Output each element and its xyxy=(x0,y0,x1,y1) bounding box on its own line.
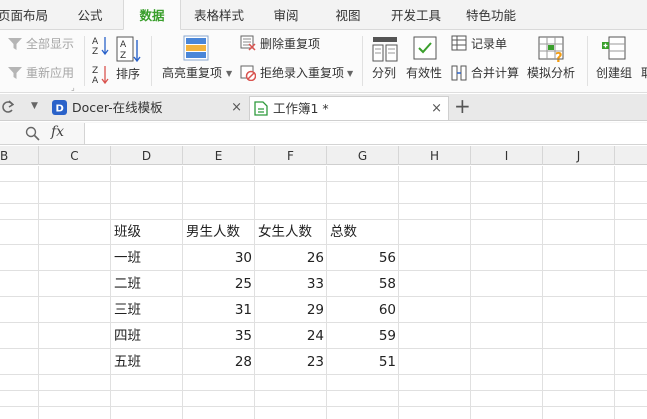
tab-special-features[interactable]: 特色功能 xyxy=(458,0,524,30)
table-cell-girls[interactable]: 29 xyxy=(258,300,324,320)
create-group-icon[interactable] xyxy=(601,36,627,62)
svg-text:Z: Z xyxy=(120,51,126,61)
column-header-j[interactable]: J xyxy=(543,146,615,165)
consolidate-button[interactable]: 合并计算 xyxy=(471,65,519,81)
tab-review[interactable]: 审阅 xyxy=(262,0,310,30)
column-header-g[interactable]: G xyxy=(327,146,399,165)
highlight-duplicates-button[interactable]: 高亮重复项 xyxy=(162,65,222,81)
table-cell-class[interactable]: 一班 xyxy=(114,248,141,268)
create-group-button[interactable]: 创建组 xyxy=(596,65,632,81)
what-if-analysis-icon[interactable]: ? xyxy=(538,36,566,64)
highlight-duplicates-icon[interactable] xyxy=(183,35,209,63)
tab-developer[interactable]: 开发工具 xyxy=(383,0,449,30)
validity-icon[interactable] xyxy=(413,36,439,62)
table-cell-total[interactable]: 56 xyxy=(330,248,396,268)
consolidate-icon[interactable] xyxy=(451,65,467,81)
docer-logo-icon: D xyxy=(52,100,67,115)
sort-button[interactable]: 排序 xyxy=(116,66,140,82)
svg-text:A: A xyxy=(92,37,99,47)
reject-duplicates-icon[interactable] xyxy=(240,65,256,81)
table-cell-class[interactable]: 三班 xyxy=(114,300,141,320)
close-icon[interactable]: × xyxy=(231,96,242,119)
doc-tab-docer[interactable]: D Docer-在线模板 × xyxy=(48,96,248,120)
svg-text:D: D xyxy=(56,104,64,115)
cell-header-class[interactable]: 班级 xyxy=(114,222,141,242)
formula-bar: fx xyxy=(0,122,647,145)
doc-tab-docer-label: Docer-在线模板 xyxy=(72,100,163,115)
table-cell-total[interactable]: 60 xyxy=(330,300,396,320)
reapply-filter-icon xyxy=(8,67,22,79)
svg-text:Z: Z xyxy=(92,66,98,76)
sort-descending-icon[interactable]: Z A xyxy=(92,64,110,86)
svg-text:A: A xyxy=(120,40,127,50)
column-header-h[interactable]: H xyxy=(399,146,471,165)
validity-button[interactable]: 有效性 xyxy=(406,65,442,81)
sort-ascending-icon[interactable]: A Z xyxy=(92,35,110,57)
doc-tab-workbook1[interactable]: 工作簿1 * × xyxy=(249,96,449,120)
split-button[interactable]: 分列 xyxy=(372,65,396,81)
table-cell-girls[interactable]: 23 xyxy=(258,352,324,372)
reapply-button[interactable]: 重新应用 xyxy=(26,65,74,81)
filter-icon xyxy=(8,38,22,50)
sort-icon[interactable]: A Z xyxy=(116,36,142,64)
table-cell-boys[interactable]: 31 xyxy=(186,300,252,320)
table-cell-girls[interactable]: 33 xyxy=(258,274,324,294)
table-cell-boys[interactable]: 30 xyxy=(186,248,252,268)
show-all-button[interactable]: 全部显示 xyxy=(26,36,74,52)
insert-function-button[interactable]: fx xyxy=(51,124,64,140)
redo-icon[interactable] xyxy=(1,100,14,113)
tab-data[interactable]: 数据 xyxy=(123,0,181,31)
ribbon: 全部显示 重新应用 ⌟ A Z Z A A Z 排序 高亮重复项 ▼ 删除重复项 xyxy=(0,30,647,93)
formula-input[interactable] xyxy=(84,123,647,144)
table-cell-class[interactable]: 五班 xyxy=(114,352,141,372)
reject-duplicates-dropdown-icon[interactable]: ▼ xyxy=(347,69,353,78)
tab-view[interactable]: 视图 xyxy=(324,0,372,30)
document-tab-bar: ▼ D Docer-在线模板 × 工作簿1 * × + xyxy=(0,94,647,121)
doc-tab-workbook1-label: 工作簿1 * xyxy=(273,101,329,116)
record-form-icon[interactable] xyxy=(451,35,467,51)
tab-table-style[interactable]: 表格样式 xyxy=(186,0,252,30)
table-cell-boys[interactable]: 25 xyxy=(186,274,252,294)
zoom-search-icon[interactable] xyxy=(25,126,40,141)
split-columns-icon[interactable] xyxy=(372,36,398,62)
column-header-d[interactable]: D xyxy=(111,146,183,165)
table-cell-boys[interactable]: 35 xyxy=(186,326,252,346)
table-cell-class[interactable]: 四班 xyxy=(114,326,141,346)
svg-text:?: ? xyxy=(555,51,563,64)
ungroup-button-partial[interactable]: 取 xyxy=(641,65,647,81)
tab-formulas[interactable]: 公式 xyxy=(64,0,116,30)
column-header-e[interactable]: E xyxy=(183,146,255,165)
table-cell-total[interactable]: 58 xyxy=(330,274,396,294)
column-header-f[interactable]: F xyxy=(255,146,327,165)
svg-text:A: A xyxy=(92,76,99,86)
close-icon[interactable]: × xyxy=(431,97,442,120)
svg-text:Z: Z xyxy=(92,47,98,57)
cell-header-boys[interactable]: 男生人数 xyxy=(186,222,240,242)
cell-header-total[interactable]: 总数 xyxy=(330,222,357,242)
table-cell-boys[interactable]: 28 xyxy=(186,352,252,372)
column-header-row: B C D E F G H I J xyxy=(0,146,647,165)
new-tab-button[interactable]: + xyxy=(454,95,471,117)
reject-duplicates-button[interactable]: 拒绝录入重复项 xyxy=(260,65,344,81)
cell-header-girls[interactable]: 女生人数 xyxy=(258,222,312,242)
table-cell-girls[interactable]: 24 xyxy=(258,326,324,346)
remove-duplicates-icon[interactable] xyxy=(240,35,256,51)
table-cell-class[interactable]: 二班 xyxy=(114,274,141,294)
record-form-button[interactable]: 记录单 xyxy=(471,36,507,52)
filter-options-icon[interactable]: ⌟ xyxy=(71,83,75,92)
table-cell-total[interactable]: 59 xyxy=(330,326,396,346)
column-header-b[interactable]: B xyxy=(0,146,39,165)
tab-page-layout[interactable]: 页面布局 xyxy=(0,0,50,30)
worksheet-grid[interactable]: 班级 男生人数 女生人数 总数 一班 30 26 56 二班 25 33 58 … xyxy=(0,166,647,419)
table-cell-girls[interactable]: 26 xyxy=(258,248,324,268)
column-header-i[interactable]: I xyxy=(471,146,543,165)
tab-list-dropdown-icon[interactable]: ▼ xyxy=(31,101,38,111)
menu-bar: 页面布局 公式 数据 表格样式 审阅 视图 开发工具 特色功能 xyxy=(0,0,647,31)
what-if-analysis-button[interactable]: 模拟分析 xyxy=(527,65,575,81)
highlight-duplicates-dropdown-icon[interactable]: ▼ xyxy=(226,69,232,78)
table-cell-total[interactable]: 51 xyxy=(330,352,396,372)
column-header-c[interactable]: C xyxy=(39,146,111,165)
remove-duplicates-button[interactable]: 删除重复项 xyxy=(260,36,320,52)
sheet-file-icon xyxy=(254,101,268,116)
